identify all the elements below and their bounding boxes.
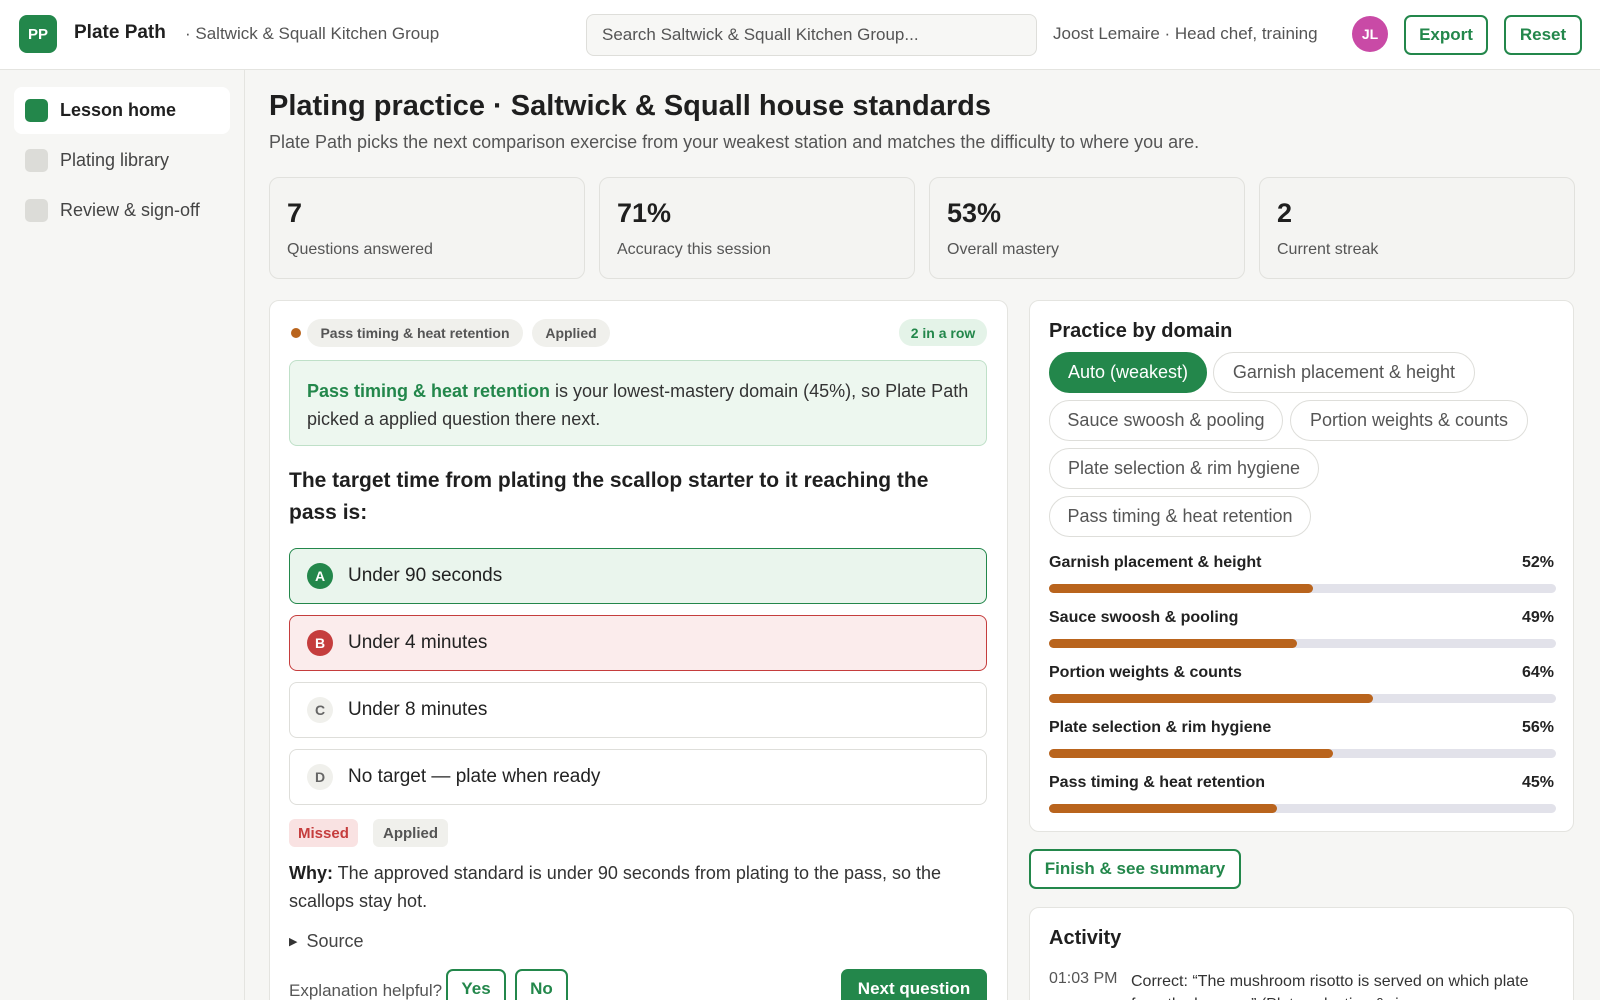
option-text: No target — plate when ready <box>348 766 601 787</box>
option-letter: B <box>307 630 333 656</box>
progress-track <box>1049 639 1556 648</box>
org-name: · Saltwick & Squall Kitchen Group <box>185 24 440 43</box>
export-button[interactable]: Export <box>1404 15 1488 55</box>
stat-card-mastery: 53% Overall mastery <box>929 177 1245 279</box>
page-subtitle: Plate Path picks the next comparison exe… <box>269 132 1200 152</box>
app-name: Plate Path <box>74 22 166 43</box>
question-card: Pass timing & heat retention Applied 2 i… <box>269 300 1008 1000</box>
option-letter: D <box>307 764 333 790</box>
domain-dot-icon <box>291 328 301 338</box>
next-question-button[interactable]: Next question <box>841 969 987 1000</box>
search-input[interactable]: Search Saltwick & Squall Kitchen Group..… <box>586 14 1037 56</box>
stat-label: Current streak <box>1277 241 1379 258</box>
option-a[interactable]: A Under 90 seconds <box>289 548 987 604</box>
stat-label: Overall mastery <box>947 241 1060 258</box>
sidebar-item-plating-library[interactable]: Plating library <box>14 137 230 184</box>
reset-button[interactable]: Reset <box>1504 15 1582 55</box>
sidebar-item-label: Review & sign-off <box>60 200 200 220</box>
app-logo[interactable]: PP <box>19 15 57 53</box>
result-tag: Missed <box>289 819 358 847</box>
helpful-no-button[interactable]: No <box>515 969 568 1000</box>
option-c[interactable]: C Under 8 minutes <box>289 682 987 738</box>
chip-portion[interactable]: Portion weights & counts <box>1290 400 1528 441</box>
progress-track <box>1049 584 1556 593</box>
option-text: Under 4 minutes <box>348 632 488 653</box>
option-text: Under 90 seconds <box>348 565 503 586</box>
lesson-home-icon <box>25 99 48 122</box>
sidebar-item-lesson-home[interactable]: Lesson home <box>14 87 230 134</box>
domain-label: Pass timing & heat retention <box>1049 774 1266 791</box>
sidebar: Lesson home Plating library Review & sig… <box>0 70 245 1000</box>
helpful-yes-button[interactable]: Yes <box>446 969 506 1000</box>
practice-panel: Practice by domain Auto (weakest) Garnis… <box>1029 300 1574 832</box>
recommendation-callout: Pass timing & heat retention is your low… <box>289 360 987 446</box>
why-text: The approved standard is under 90 second… <box>289 863 942 911</box>
chip-sauce[interactable]: Sauce swoosh & pooling <box>1049 400 1283 441</box>
avatar[interactable]: JL <box>1352 16 1388 52</box>
progress-track <box>1049 694 1556 703</box>
option-d[interactable]: D No target — plate when ready <box>289 749 987 805</box>
explanation: Why: The approved standard is under 90 s… <box>289 859 979 915</box>
sidebar-item-label: Plating library <box>60 150 170 170</box>
domain-percent: 52% <box>1521 554 1554 571</box>
domain-percent: 45% <box>1521 774 1554 791</box>
domain-percent: 49% <box>1521 609 1554 626</box>
stat-value: 7 <box>287 198 303 228</box>
option-letter: C <box>307 697 333 723</box>
sidebar-item-label: Lesson home <box>60 100 177 120</box>
finish-summary-button[interactable]: Finish & see summary <box>1029 849 1241 889</box>
stat-value: 2 <box>1277 198 1293 228</box>
stat-card-accuracy: 71% Accuracy this session <box>599 177 915 279</box>
activity-title: Activity <box>1049 927 1122 949</box>
option-text: Under 8 minutes <box>348 699 488 720</box>
domain-label: Sauce swoosh & pooling <box>1049 609 1239 626</box>
progress-track <box>1049 804 1556 813</box>
top-bar: PP Plate Path · Saltwick & Squall Kitche… <box>0 0 1600 70</box>
progress-fill <box>1049 804 1278 813</box>
stat-card-streak: 2 Current streak <box>1259 177 1575 279</box>
activity-time: 01:03 PM <box>1049 970 1118 987</box>
option-b[interactable]: B Under 4 minutes <box>289 615 987 671</box>
callout-domain: Pass timing & heat retention <box>307 381 551 401</box>
why-label: Why: <box>289 863 333 883</box>
activity-panel: Activity 01:03 PM Correct: “The mushroom… <box>1029 907 1574 1000</box>
chip-plate-selection[interactable]: Plate selection & rim hygiene <box>1049 448 1319 489</box>
domain-percent: 64% <box>1521 664 1554 681</box>
chip-garnish[interactable]: Garnish placement & height <box>1213 352 1475 393</box>
option-letter: A <box>307 563 333 589</box>
question-text: The target time from plating the scallop… <box>289 469 929 524</box>
progress-fill <box>1049 749 1333 758</box>
chip-pass-timing[interactable]: Pass timing & heat retention <box>1049 496 1311 537</box>
stat-card-questions: 7 Questions answered <box>269 177 585 279</box>
disclosure-triangle-icon: ▶ <box>289 936 298 948</box>
stat-value: 53% <box>947 198 1002 228</box>
chip-auto-weakest[interactable]: Auto (weakest) <box>1049 352 1207 393</box>
practice-title: Practice by domain <box>1049 320 1233 342</box>
progress-fill <box>1049 639 1298 648</box>
source-toggle[interactable]: ▶ Source <box>289 931 364 952</box>
source-label: Source <box>306 931 364 951</box>
type-tag: Applied <box>532 319 610 347</box>
stat-label: Accuracy this session <box>617 241 771 258</box>
domain-label: Portion weights & counts <box>1049 664 1242 681</box>
plating-library-icon <box>25 149 48 172</box>
activity-text: Correct: “The mushroom risotto is served… <box>1131 973 1529 1000</box>
streak-badge: 2 in a row <box>899 319 987 346</box>
page-title: Plating practice · Saltwick & Squall hou… <box>269 90 991 122</box>
sidebar-item-review-signoff[interactable]: Review & sign-off <box>14 187 230 234</box>
domain-label: Plate selection & rim hygiene <box>1049 719 1272 736</box>
review-signoff-icon <box>25 199 48 222</box>
domain-percent: 56% <box>1521 719 1554 736</box>
helpful-label: Explanation helpful? <box>289 981 443 1000</box>
user-label: Joost Lemaire · Head chef, training <box>1053 24 1318 43</box>
domain-tag: Pass timing & heat retention <box>307 319 523 347</box>
progress-fill <box>1049 584 1313 593</box>
domain-label: Garnish placement & height <box>1049 554 1262 571</box>
result-type-tag: Applied <box>373 819 448 847</box>
stat-value: 71% <box>617 198 672 228</box>
progress-fill <box>1049 694 1374 703</box>
stat-label: Questions answered <box>287 241 433 258</box>
progress-track <box>1049 749 1556 758</box>
